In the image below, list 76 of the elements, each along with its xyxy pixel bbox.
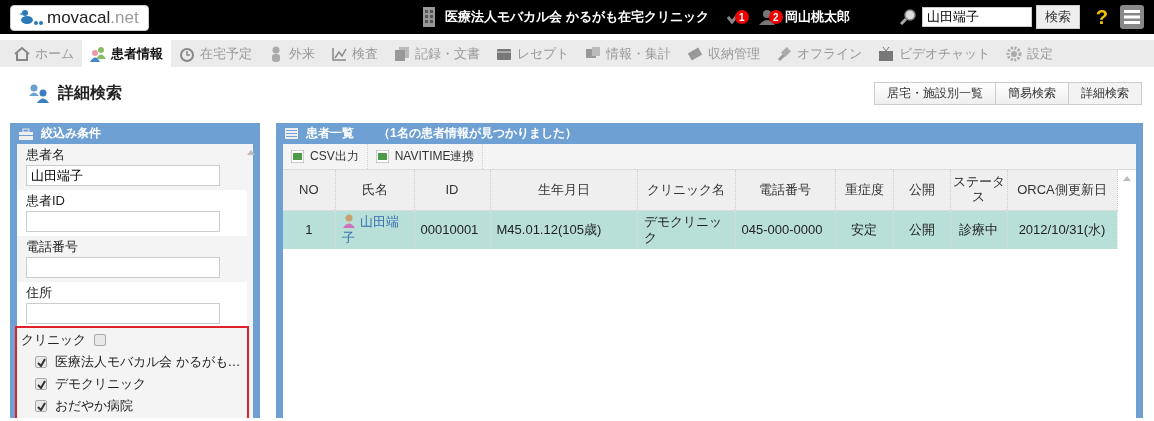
search-button[interactable]: 検索 bbox=[1035, 5, 1080, 29]
checkbox-label: デモクリニック bbox=[55, 375, 146, 393]
table-cell: 安定 bbox=[835, 210, 893, 249]
checkbox[interactable] bbox=[35, 356, 47, 368]
column-header: ステータス bbox=[950, 170, 1007, 211]
checkbox[interactable] bbox=[35, 400, 47, 412]
checkbox-label: おだやか病院 bbox=[55, 397, 133, 415]
field-label: クリニック bbox=[21, 331, 86, 349]
table-cell: 公開 bbox=[893, 210, 950, 249]
column-header: 電話番号 bbox=[735, 170, 835, 211]
toolbox-icon bbox=[19, 127, 33, 140]
plug-icon bbox=[776, 45, 792, 62]
view-button[interactable]: 居宅・施設別一覧 bbox=[874, 81, 996, 105]
table-cell: 2012/10/31(水) bbox=[1007, 210, 1117, 249]
list-icon bbox=[285, 128, 298, 139]
user-name[interactable]: 岡山桃太郎 bbox=[784, 8, 850, 26]
duck-icon bbox=[19, 9, 43, 27]
column-header: 生年月日 bbox=[490, 170, 637, 211]
clinic-name: 医療法人モバカル会 かるがも在宅クリニック bbox=[445, 8, 709, 26]
search-field[interactable]: 山田端子 bbox=[921, 7, 1032, 27]
table-cell: 1 bbox=[283, 210, 335, 249]
column-header: NO bbox=[283, 170, 335, 211]
export-button[interactable]: CSV出力 bbox=[283, 144, 368, 169]
input-field[interactable] bbox=[26, 211, 220, 232]
check-icon bbox=[36, 357, 46, 367]
view-button[interactable]: 詳細検索 bbox=[1068, 81, 1142, 105]
check-icon bbox=[36, 401, 46, 411]
table-cell: デモクリニック bbox=[637, 210, 735, 249]
document-icon bbox=[394, 45, 410, 62]
logo-text: movacal.net bbox=[47, 8, 139, 28]
checkbox[interactable] bbox=[35, 378, 47, 390]
table-cell: 045-000-0000 bbox=[735, 210, 835, 249]
panel-title: 患者一覧 bbox=[306, 125, 354, 142]
people-icon bbox=[90, 45, 106, 62]
patient-icon bbox=[341, 214, 356, 229]
help-button[interactable]: ? bbox=[1095, 5, 1108, 29]
field-label: 患者名 bbox=[26, 146, 66, 164]
input-field[interactable] bbox=[26, 303, 220, 324]
panel-title: 絞込み条件 bbox=[41, 125, 101, 142]
field-label: 住所 bbox=[26, 284, 53, 302]
table-cell: 00010001 bbox=[414, 210, 490, 249]
chart-icon bbox=[331, 45, 347, 62]
tv-icon bbox=[878, 45, 894, 62]
column-header: クリニック名 bbox=[637, 170, 735, 211]
spreadsheet-icon bbox=[291, 150, 304, 163]
notification-badge: 1 bbox=[734, 10, 749, 24]
column-header: 公開 bbox=[893, 170, 950, 211]
home-icon bbox=[14, 45, 30, 62]
table-cell: M45.01.12(105歳) bbox=[490, 210, 637, 249]
check-icon bbox=[36, 379, 46, 389]
export-button[interactable]: NAVITIME連携 bbox=[367, 144, 484, 169]
checkbox-label: 医療法人モバカル会 かるがも… bbox=[55, 353, 241, 371]
menu-icon bbox=[1124, 10, 1140, 24]
input-field[interactable]: 山田端子 bbox=[26, 165, 220, 186]
column-header: 氏名 bbox=[335, 170, 414, 211]
gear-icon bbox=[1006, 45, 1022, 62]
nav-tab[interactable]: 患者情報 bbox=[82, 40, 171, 67]
person-icon[interactable] bbox=[758, 9, 775, 25]
people-icon bbox=[28, 83, 50, 103]
search-icon bbox=[899, 9, 916, 25]
view-button[interactable]: 簡易検索 bbox=[995, 81, 1069, 105]
spreadsheet-icon bbox=[375, 150, 389, 163]
menu-button[interactable] bbox=[1120, 5, 1144, 29]
logo-button[interactable]: movacal.net bbox=[10, 5, 149, 31]
input-field[interactable] bbox=[26, 257, 220, 278]
column-header: ORCA側更新日 bbox=[1007, 170, 1117, 211]
table-cell: 診療中 bbox=[950, 210, 1007, 249]
clock-icon bbox=[179, 45, 195, 62]
page-title: 詳細検索 bbox=[58, 82, 122, 103]
result-count: （1名の患者情報が見つかりました） bbox=[378, 125, 577, 142]
field-label: 電話番号 bbox=[26, 238, 79, 256]
checkbox[interactable] bbox=[94, 334, 106, 346]
field-label: 患者ID bbox=[26, 192, 66, 210]
column-header: 重症度 bbox=[835, 170, 893, 211]
building-icon bbox=[423, 7, 436, 27]
column-header: ID bbox=[414, 170, 490, 211]
